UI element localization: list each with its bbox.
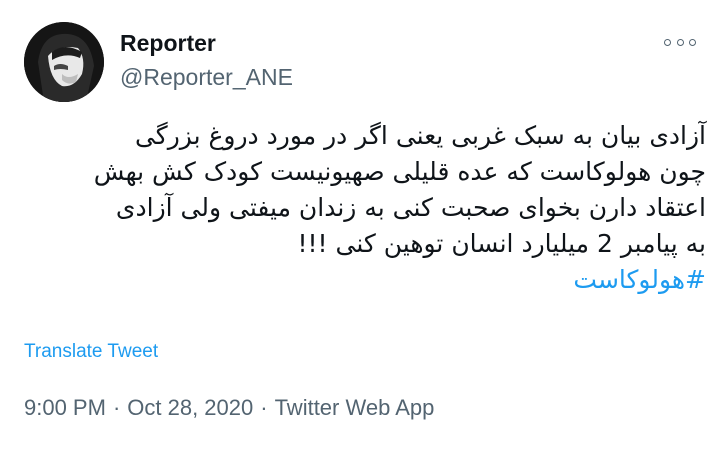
hashtag-link[interactable]: #هولوکاست bbox=[573, 265, 706, 294]
translate-tweet-link[interactable]: Translate Tweet bbox=[24, 341, 158, 363]
more-dot bbox=[676, 38, 684, 46]
more-dot bbox=[664, 38, 671, 46]
user-handle[interactable]: @Reporter_ANE bbox=[120, 64, 293, 91]
tweet-line: به پیامبر 2 میلیارد انسان توهین کنی !!! bbox=[297, 229, 707, 258]
tweet-source[interactable]: Twitter Web App bbox=[275, 395, 435, 421]
more-dot bbox=[689, 38, 696, 46]
tweet-line: اعتقاد دارن بخوای صحبت کنی به زندان میفت… bbox=[115, 193, 706, 222]
separator-dot: · bbox=[260, 395, 268, 420]
tweet-date[interactable]: Oct 28, 2020 bbox=[127, 395, 253, 421]
more-options-icon[interactable] bbox=[664, 34, 696, 50]
profile-photo-icon bbox=[24, 22, 104, 102]
tweet-line: آزادی بیان به سبک غربی یعنی اگر در مورد … bbox=[134, 121, 706, 150]
tweet-meta: 9:00 PM · Oct 28, 2020 · Twitter Web App bbox=[24, 395, 434, 421]
avatar[interactable] bbox=[24, 22, 104, 102]
tweet-line: چون هولوکاست که عده قلیلی صهیونیست کودک … bbox=[93, 157, 706, 186]
tweet-text: آزادی بیان به سبک غربی یعنی اگر در مورد … bbox=[24, 118, 706, 298]
separator-dot: · bbox=[112, 395, 121, 420]
tweet-time[interactable]: 9:00 PM bbox=[24, 395, 106, 421]
display-name[interactable]: Reporter bbox=[120, 30, 216, 57]
